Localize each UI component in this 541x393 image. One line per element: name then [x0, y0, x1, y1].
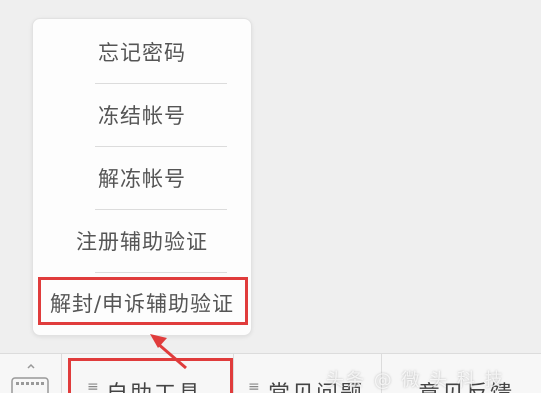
menu-divider [95, 272, 227, 273]
menu-item-forgot-password[interactable]: 忘记密码 [33, 38, 251, 68]
menu-divider [95, 209, 227, 210]
menu-item-freeze-account[interactable]: 冻结帐号 [33, 101, 251, 131]
menu-divider [95, 83, 227, 84]
watermark: 头条 @ 微 头 科 技 [326, 370, 505, 391]
highlight-box-menu-item [38, 277, 248, 325]
highlight-box-tab [68, 358, 233, 393]
menu-icon: ≡ [248, 379, 260, 393]
menu-item-register-assisted-verification[interactable]: 注册辅助验证 [33, 227, 251, 257]
menu-divider [95, 146, 227, 147]
menu-item-unfreeze-account[interactable]: 解冻帐号 [33, 164, 251, 194]
keyboard-toggle-button[interactable] [0, 354, 62, 393]
keyboard-icon [11, 363, 49, 393]
